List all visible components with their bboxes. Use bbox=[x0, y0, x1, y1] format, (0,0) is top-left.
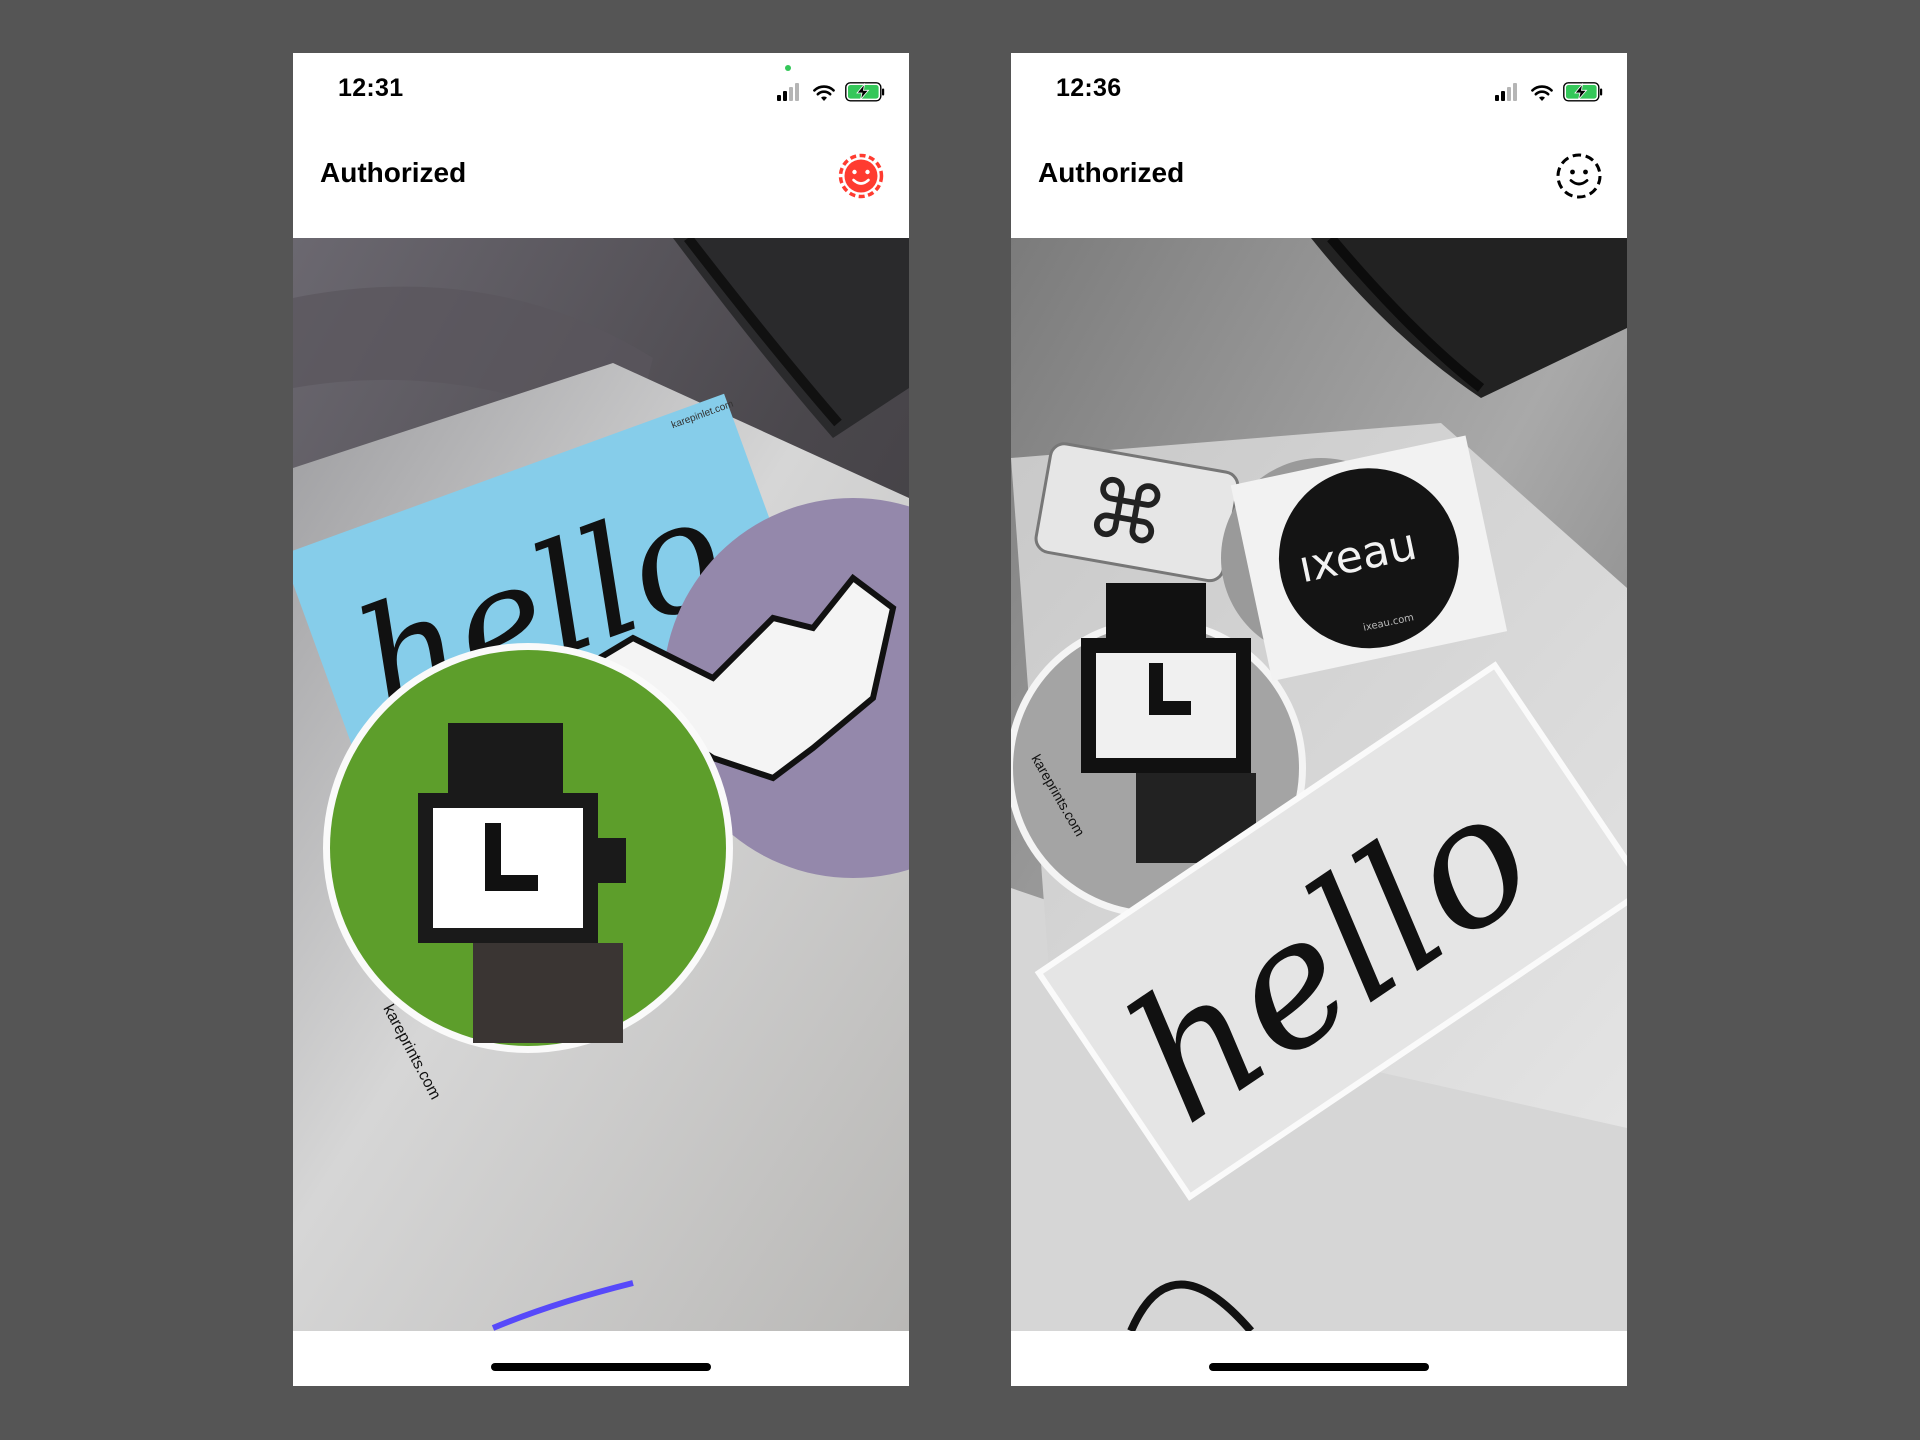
status-bar-icons bbox=[1495, 82, 1603, 102]
page-title: Authorized bbox=[320, 157, 467, 188]
phone-screen-left: 12:31 Authorized hello. karepinlet.com k… bbox=[293, 53, 909, 1386]
page-title: Authorized bbox=[1038, 157, 1185, 188]
phone-screen-right: 12:36 Authorized ⌘ kareprints.com ıxeau … bbox=[1011, 53, 1627, 1386]
face-smile-dashed-icon[interactable] bbox=[1555, 152, 1603, 200]
wifi-icon bbox=[813, 85, 835, 101]
cellular-signal-icon bbox=[1495, 83, 1517, 101]
camera-preview: hello. karepinlet.com kareprints.com bbox=[293, 238, 909, 1331]
home-indicator[interactable] bbox=[491, 1363, 711, 1371]
status-bar-time: 12:36 bbox=[1056, 74, 1122, 102]
face-smile-icon[interactable] bbox=[837, 152, 885, 200]
status-bar-icons bbox=[777, 82, 885, 102]
home-indicator[interactable] bbox=[1209, 1363, 1429, 1371]
battery-charging-icon bbox=[845, 82, 885, 102]
camera-in-use-indicator bbox=[785, 65, 791, 71]
svg-text:⌘: ⌘ bbox=[1079, 460, 1174, 565]
battery-charging-icon bbox=[1563, 82, 1603, 102]
status-bar-time: 12:31 bbox=[338, 74, 404, 102]
cellular-signal-icon bbox=[777, 83, 799, 101]
wifi-icon bbox=[1531, 85, 1553, 101]
camera-preview: ⌘ kareprints.com ıxeau ixeau.com hello bbox=[1011, 238, 1627, 1331]
